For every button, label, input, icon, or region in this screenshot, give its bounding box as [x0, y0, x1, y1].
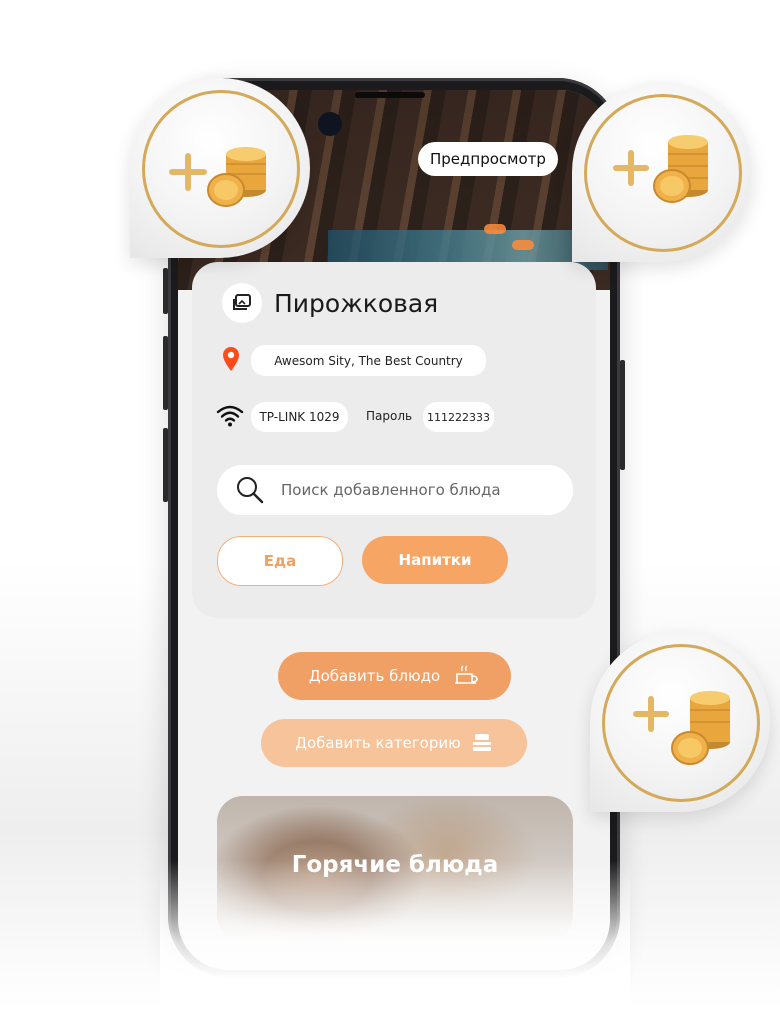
dish-search-bar	[217, 465, 573, 515]
location-pin-icon	[223, 347, 239, 371]
plus-icon	[633, 696, 669, 732]
tab-food-label: Еда	[263, 552, 297, 570]
cover-lamp	[484, 224, 506, 234]
address-text: Awesom Sity, The Best Country	[274, 353, 463, 368]
tab-food[interactable]: Еда	[217, 536, 343, 586]
coins-bubble	[130, 78, 310, 258]
coins-bubble	[572, 82, 752, 262]
phone-volume-up	[163, 336, 168, 410]
coins-icon	[633, 691, 730, 765]
coins-bubble	[590, 632, 770, 812]
phone-side-button	[163, 268, 168, 314]
phone-volume-down	[163, 428, 168, 502]
phone-speaker	[355, 92, 425, 98]
search-input[interactable]	[279, 480, 543, 500]
password-value: 111222333	[427, 410, 490, 424]
plus-icon	[169, 153, 207, 191]
stack-icon	[471, 733, 493, 753]
coins-icon	[613, 135, 708, 203]
add-category-button[interactable]: Добавить категорию	[261, 719, 527, 767]
tray-icon	[450, 663, 480, 689]
restaurant-title-row: Пирожковая	[222, 283, 438, 323]
coins-icon	[169, 147, 266, 207]
cover-lamp	[512, 240, 534, 250]
password-label: Пароль	[366, 409, 413, 423]
preview-label: Предпросмотр	[430, 150, 546, 168]
search-icon	[237, 477, 264, 504]
wifi-name-field[interactable]: TP-LINK 1029	[251, 402, 348, 432]
add-category-label: Добавить категорию	[295, 734, 461, 752]
bottom-fade	[160, 860, 630, 1010]
tab-drinks-label: Напитки	[398, 551, 472, 569]
tab-drinks[interactable]: Напитки	[362, 536, 508, 584]
add-dish-button[interactable]: Добавить блюдо	[278, 652, 511, 700]
preview-button[interactable]: Предпросмотр	[418, 142, 558, 176]
phone-power-button	[620, 360, 625, 470]
password-field[interactable]: 111222333	[423, 402, 494, 432]
image-icon	[233, 294, 251, 310]
phone-camera	[318, 112, 342, 136]
wifi-icon	[216, 405, 244, 427]
plus-icon	[613, 150, 649, 186]
wifi-name: TP-LINK 1029	[259, 410, 340, 424]
change-cover-button[interactable]	[222, 283, 262, 323]
address-field[interactable]: Awesom Sity, The Best Country	[251, 345, 486, 376]
restaurant-name: Пирожковая	[274, 288, 439, 318]
add-dish-label: Добавить блюдо	[308, 667, 441, 685]
